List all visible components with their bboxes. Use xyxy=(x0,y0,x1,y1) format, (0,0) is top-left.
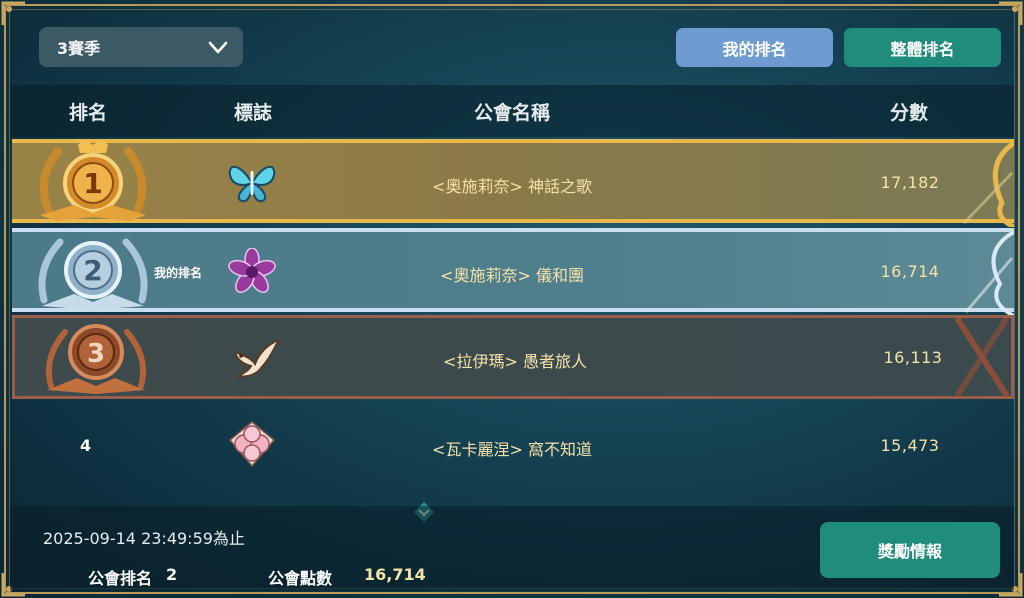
reward-info-button[interactable]: 獎勵情報 xyxy=(820,522,1000,578)
season-deadline: 2025-09-14 23:49:59為止 xyxy=(43,529,245,548)
guild-name: <拉伊瑪> 愚者旅人 xyxy=(443,352,587,371)
bronze-ornament-icon xyxy=(951,316,1011,398)
gold-ornament-icon xyxy=(954,140,1016,230)
silver-medal-icon: 2 xyxy=(34,228,152,312)
rose-emblem-icon xyxy=(226,420,278,468)
corner-ornament-icon xyxy=(1,1,27,27)
header-logo: 標誌 xyxy=(234,102,273,124)
rank-number: 3 xyxy=(87,339,105,369)
header-score: 分數 xyxy=(890,102,929,124)
guild-score: 16,714 xyxy=(880,262,940,281)
corner-ornament-icon xyxy=(997,1,1023,27)
guild-name: <奧施莉奈> 儀和團 xyxy=(440,266,584,285)
dove-emblem-icon xyxy=(229,334,282,382)
guild-points-label: 公會點數 xyxy=(268,569,333,588)
table-row[interactable]: 1 <奧施莉奈> 神話之歌 17,182 xyxy=(12,139,1016,230)
guild-score: 17,182 xyxy=(880,173,940,192)
rank-number: 1 xyxy=(83,167,102,200)
rank-number: 4 xyxy=(80,436,92,455)
gold-medal-icon: 1 xyxy=(34,139,152,223)
table-row-current-guild[interactable]: 2 我的排名 <奧施莉奈> 儀和團 16,714 xyxy=(12,228,1016,318)
table-row[interactable]: 4 <瓦卡麗涅> 窩不知道 15,473 xyxy=(12,402,1014,488)
guild-score: 15,473 xyxy=(880,436,940,455)
tab-overall-rank[interactable]: 整體排名 xyxy=(844,28,1001,67)
bronze-medal-icon: 3 xyxy=(37,314,155,398)
guild-rank-value: 2 xyxy=(166,565,178,584)
my-rank-tag: 我的排名 xyxy=(154,266,203,280)
chevron-down-icon xyxy=(207,36,229,58)
season-dropdown[interactable]: 3賽季 xyxy=(39,27,243,67)
table-header: 排名 標誌 公會名稱 分數 xyxy=(10,85,1014,137)
guild-points-value: 16,714 xyxy=(364,565,426,584)
tab-my-rank[interactable]: 我的排名 xyxy=(676,28,833,67)
purple-flower-emblem-icon xyxy=(226,247,278,296)
table-row[interactable]: 3 <拉伊瑪> 愚者旅人 16,113 xyxy=(12,315,1014,399)
guild-score: 16,113 xyxy=(883,348,943,367)
guild-rank-label: 公會排名 xyxy=(88,569,153,588)
silver-ornament-icon xyxy=(954,230,1016,318)
guild-name: <奧施莉奈> 神話之歌 xyxy=(432,177,592,196)
header-guild-name: 公會名稱 xyxy=(474,102,551,124)
rank-number: 2 xyxy=(83,254,102,287)
guild-name: <瓦卡麗涅> 窩不知道 xyxy=(432,440,592,459)
butterfly-emblem-icon xyxy=(226,159,278,207)
header-rank: 排名 xyxy=(69,102,108,124)
season-dropdown-label: 3賽季 xyxy=(57,39,101,58)
